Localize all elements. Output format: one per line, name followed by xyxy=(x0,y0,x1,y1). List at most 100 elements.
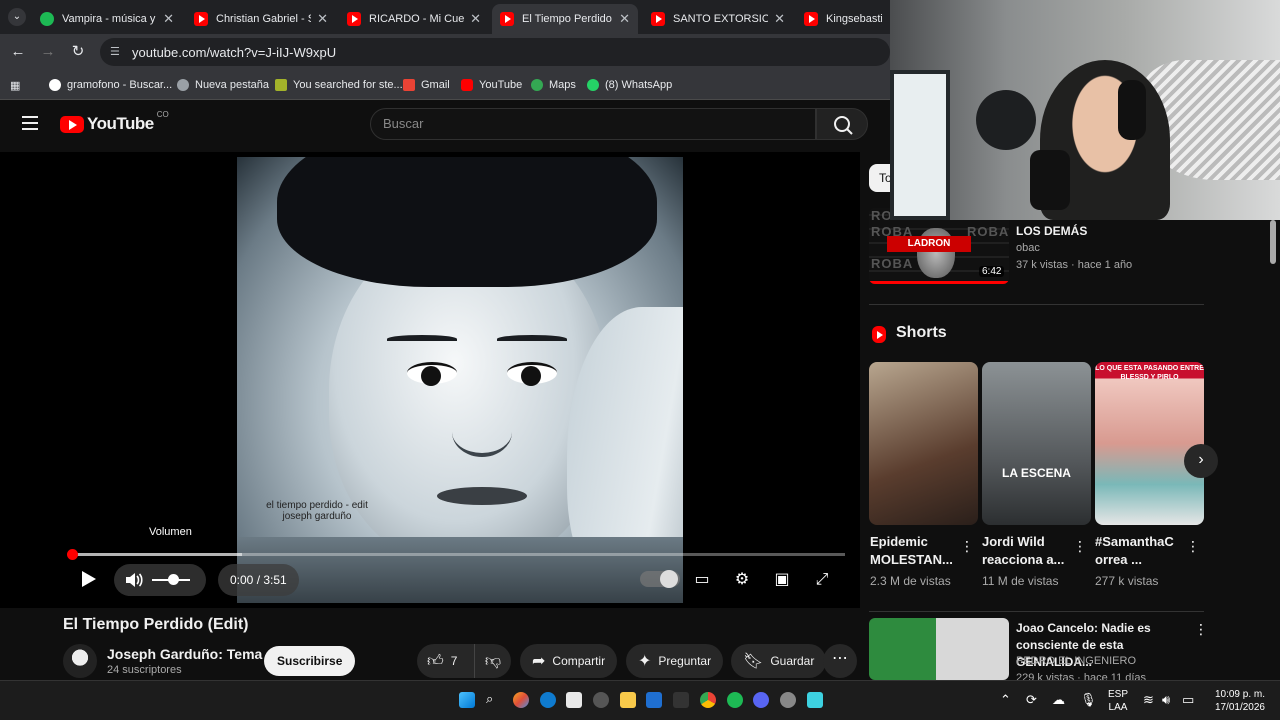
recommended-title[interactable]: LOS DEMÁS xyxy=(1016,224,1087,238)
folder-icon[interactable] xyxy=(620,692,636,708)
channel-name[interactable]: Joseph Garduño: Tema xyxy=(107,646,262,662)
youtube-logo[interactable]: YouTube CO xyxy=(60,110,169,134)
more-vert-icon[interactable]: ⋮ xyxy=(1073,539,1087,553)
play-button[interactable] xyxy=(82,571,96,587)
more-vert-icon[interactable]: ⋮ xyxy=(1194,622,1208,636)
ask-button[interactable]: ✦ Preguntar xyxy=(626,644,724,678)
share-button[interactable]: ➦ Compartir xyxy=(520,644,618,678)
bookmark-item[interactable]: Maps xyxy=(531,76,576,94)
app-icon[interactable] xyxy=(646,692,662,708)
save-button[interactable]: 🔖︎ Guardar xyxy=(731,644,827,678)
tab-search-menu-icon[interactable]: ⌄ xyxy=(8,8,26,26)
youtube-icon xyxy=(500,12,514,26)
room-fan xyxy=(976,90,1036,150)
scrollbar-thumb[interactable] xyxy=(1270,220,1276,264)
search-icon[interactable]: ⌕ xyxy=(486,691,493,707)
like-button[interactable]: 👍︎ 7 xyxy=(417,644,475,678)
video-frame: el tiempo perdido - edit joseph garduño xyxy=(237,157,683,603)
browser-tab[interactable]: Vampira - música y le ✕ xyxy=(32,4,182,34)
start-windows-icon[interactable] xyxy=(459,692,475,708)
progress-bar[interactable] xyxy=(67,549,845,560)
browser-tab[interactable]: KingsebastianO xyxy=(796,4,890,34)
recommended-thumbnail[interactable] xyxy=(869,618,1009,680)
chevron-right-icon[interactable]: › xyxy=(1184,444,1218,478)
short-thumbnail[interactable] xyxy=(869,362,978,525)
close-tab-icon[interactable]: ✕ xyxy=(163,11,174,27)
gmail-icon xyxy=(403,79,415,91)
wifi-icon[interactable]: ≋ xyxy=(1143,692,1154,708)
chrome-icon[interactable] xyxy=(700,692,716,708)
notepad-icon[interactable] xyxy=(807,692,823,708)
apps-grid-icon[interactable]: ▦ xyxy=(10,76,20,94)
settings-gear-icon[interactable]: ⚙ xyxy=(731,569,753,591)
theater-mode-icon[interactable]: ▣ xyxy=(771,569,793,591)
search-button[interactable] xyxy=(816,108,868,140)
tab-title: Christian Gabriel - SE xyxy=(216,13,311,25)
divider xyxy=(869,304,1204,305)
obs-icon[interactable] xyxy=(780,692,796,708)
recommended-channel[interactable]: PEDRO EL INGENIERO xyxy=(1016,655,1136,667)
volume-control[interactable] xyxy=(114,564,206,596)
menu-icon[interactable] xyxy=(22,116,38,130)
chevron-up-icon[interactable]: ⌃ xyxy=(1000,692,1011,708)
browser-tab[interactable]: Christian Gabriel - SE ✕ xyxy=(186,4,336,34)
store-icon[interactable] xyxy=(566,692,582,708)
video-player[interactable]: el tiempo perdido - edit joseph garduño xyxy=(0,152,860,608)
more-vert-icon[interactable]: ⋮ xyxy=(960,539,974,553)
subscribe-button[interactable]: Suscribirse xyxy=(264,646,356,676)
save-label: Guardar xyxy=(770,654,815,668)
bookmark-item[interactable]: Nueva pestaña xyxy=(177,76,269,94)
short-thumbnail[interactable]: LO QUE ESTA PASANDO ENTRE BLESSD Y PIRLO xyxy=(1095,362,1204,525)
copilot-icon[interactable] xyxy=(513,692,529,708)
discord-icon[interactable] xyxy=(753,692,769,708)
volume-knob[interactable] xyxy=(167,574,179,585)
edge-icon[interactable] xyxy=(540,692,556,708)
subtitles-icon[interactable]: ▭ xyxy=(691,569,713,591)
app-icon[interactable] xyxy=(673,692,689,708)
forward-arrow-icon[interactable]: → xyxy=(38,42,58,62)
system-clock[interactable]: 10:09 p. m. 17/01/2026 xyxy=(1205,688,1265,714)
youtube-header: YouTube CO Buscar xyxy=(0,100,890,148)
bookmark-item[interactable]: You searched for ste... xyxy=(275,76,403,94)
cloud-icon[interactable]: ☁ xyxy=(1052,692,1065,708)
address-bar[interactable]: ☰ youtube.com/watch?v=J-iIJ-W9xpU xyxy=(100,38,890,66)
channel-avatar[interactable] xyxy=(63,644,97,678)
battery-icon[interactable]: ▭ xyxy=(1182,692,1194,708)
more-vert-icon[interactable]: ⋮ xyxy=(1186,539,1200,553)
speaker-icon[interactable]: 🔊︎ xyxy=(1162,692,1170,708)
close-tab-icon[interactable]: ✕ xyxy=(774,11,785,27)
back-arrow-icon[interactable]: ← xyxy=(8,42,28,62)
bookmark-item[interactable]: (8) WhatsApp xyxy=(587,76,672,94)
app-icon[interactable] xyxy=(593,692,609,708)
browser-tab[interactable]: SANTO EXTORSIONA ✕ xyxy=(643,4,793,34)
bookmark-item[interactable]: Gmail xyxy=(403,76,450,94)
language-indicator[interactable]: ESP LAA xyxy=(1108,688,1128,714)
dislike-button[interactable]: 👎︎ xyxy=(475,652,511,671)
browser-tab[interactable]: RICARDO - Mi Cuerpo ✕ xyxy=(339,4,489,34)
bookmark-item[interactable]: gramofono - Buscar... xyxy=(49,76,172,94)
spotify-icon[interactable] xyxy=(727,692,743,708)
short-views: 277 k vistas xyxy=(1095,574,1159,588)
youtube-play-icon xyxy=(60,115,84,133)
maps-icon xyxy=(531,79,543,91)
short-title[interactable]: Epidemic MOLESTAN... xyxy=(870,533,960,569)
volume-icon[interactable] xyxy=(124,571,144,589)
search-input[interactable]: Buscar xyxy=(370,108,816,140)
close-tab-icon[interactable]: ✕ xyxy=(619,11,630,27)
microphone-icon[interactable]: 🎙︎ xyxy=(1080,692,1097,708)
more-options-icon[interactable]: ⋯ xyxy=(823,644,857,678)
autoplay-toggle[interactable] xyxy=(640,570,680,588)
short-title[interactable]: Jordi Wild reacciona a... xyxy=(982,533,1072,569)
close-tab-icon[interactable]: ✕ xyxy=(317,11,328,27)
scrubber-handle[interactable] xyxy=(67,549,78,560)
recommended-channel[interactable]: obac xyxy=(1016,242,1040,254)
sync-icon[interactable]: ⟳ xyxy=(1026,692,1037,708)
site-info-icon[interactable]: ☰ xyxy=(110,45,124,59)
close-tab-icon[interactable]: ✕ xyxy=(470,11,481,27)
reload-icon[interactable]: ↻ xyxy=(68,42,88,62)
browser-tab-active[interactable]: El Tiempo Perdido (E ✕ xyxy=(492,4,638,34)
fullscreen-icon[interactable]: ⤢ xyxy=(811,569,833,591)
short-thumbnail[interactable]: LA ESCENA xyxy=(982,362,1091,525)
short-title[interactable]: #SamanthaC orrea ... xyxy=(1095,533,1185,569)
bookmark-item[interactable]: YouTube xyxy=(461,76,522,94)
